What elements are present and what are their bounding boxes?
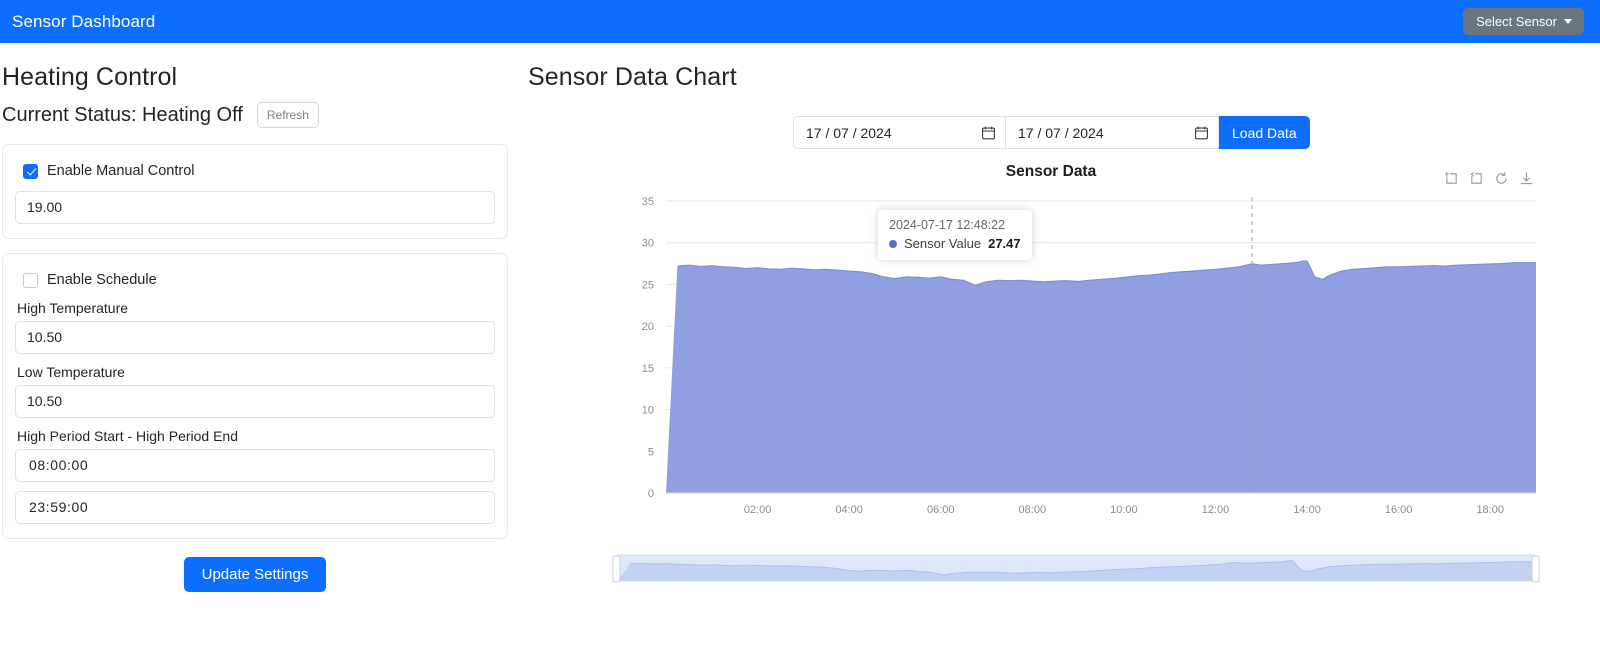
update-settings-button[interactable]: Update Settings — [184, 557, 327, 592]
calendar-icon[interactable] — [1195, 126, 1208, 140]
enable-manual-control-label: Enable Manual Control — [47, 163, 195, 179]
calendar-icon[interactable] — [982, 126, 995, 140]
x-axis-tick: 12:00 — [1202, 504, 1230, 516]
enable-schedule-checkbox[interactable] — [23, 273, 38, 288]
current-status-text: Current Status: Heating Off — [2, 104, 243, 127]
app-brand: Sensor Dashboard — [12, 12, 155, 32]
manual-temperature-input[interactable]: 19.00 — [15, 191, 495, 224]
tooltip-series-row: Sensor Value 27.47 — [889, 236, 1021, 251]
enable-manual-control-checkbox[interactable] — [23, 164, 38, 179]
tooltip-series-value: 27.47 — [988, 236, 1021, 251]
tooltip-series-label: Sensor Value — [904, 236, 981, 251]
y-axis-tick: 0 — [648, 488, 654, 500]
x-axis-tick: 06:00 — [927, 504, 955, 516]
y-axis-tick: 25 — [642, 279, 654, 291]
sensor-data-chart[interactable]: Sensor Data — [606, 163, 1546, 583]
x-axis-tick: 18:00 — [1476, 504, 1504, 516]
page-body: Heating Control Current Status: Heating … — [0, 43, 1600, 592]
x-axis-tick: 10:00 — [1110, 504, 1138, 516]
x-axis-tick: 02:00 — [744, 504, 772, 516]
enable-schedule-row[interactable]: Enable Schedule — [23, 272, 495, 288]
tooltip-timestamp: 2024-07-17 12:48:22 — [889, 218, 1021, 232]
low-temperature-input[interactable]: 10.50 — [15, 385, 495, 418]
heating-control-title: Heating Control — [2, 63, 508, 92]
status-row: Current Status: Heating Off Refresh — [2, 102, 508, 128]
y-axis-tick: 20 — [642, 321, 654, 333]
x-axis-tick: 08:00 — [1019, 504, 1047, 516]
chart-area-fill — [666, 261, 1536, 493]
low-temperature-label: Low Temperature — [17, 364, 495, 380]
y-axis-tick: 35 — [642, 196, 654, 208]
update-settings-wrap: Update Settings — [2, 557, 508, 592]
datazoom-handle-left[interactable] — [613, 556, 620, 582]
chart-datazoom-slider[interactable] — [606, 553, 1546, 583]
select-sensor-dropdown[interactable]: Select Sensor — [1463, 8, 1584, 35]
enable-manual-control-row[interactable]: Enable Manual Control — [23, 163, 495, 179]
y-axis-tick: 10 — [642, 405, 654, 417]
sensor-data-chart-title: Sensor Data Chart — [528, 63, 1600, 92]
caret-down-icon — [1564, 19, 1572, 24]
select-sensor-label: Select Sensor — [1476, 15, 1557, 28]
manual-control-card: Enable Manual Control 19.00 — [2, 144, 508, 239]
chart-plot-area[interactable]: 0 5 10 15 20 25 30 35 02:00 04:00 06:00 08:00 10:00 1… — [606, 183, 1546, 543]
sensor-chart-column: Sensor Data Chart 17 / 07 / 2024 17 / 07… — [520, 43, 1600, 592]
x-axis-tick: 14:00 — [1293, 504, 1321, 516]
y-axis-tick: 15 — [642, 363, 654, 375]
y-axis-tick: 5 — [648, 446, 654, 458]
top-navbar: Sensor Dashboard Select Sensor — [0, 0, 1600, 43]
datazoom-handle-right[interactable] — [1532, 556, 1539, 582]
high-temperature-label: High Temperature — [17, 300, 495, 316]
load-data-button[interactable]: Load Data — [1219, 116, 1310, 149]
schedule-card: Enable Schedule High Temperature 10.50 L… — [2, 253, 508, 539]
y-axis-tick: 30 — [642, 238, 654, 250]
high-period-end-input[interactable]: 23:59:00 — [15, 491, 495, 524]
start-date-input[interactable]: 17 / 07 / 2024 — [793, 116, 1006, 149]
date-range-toolbar: 17 / 07 / 2024 17 / 07 / 2024 Load Data — [793, 116, 1600, 149]
start-date-value: 17 / 07 / 2024 — [806, 125, 892, 141]
chart-title: Sensor Data — [556, 163, 1546, 181]
end-date-input[interactable]: 17 / 07 / 2024 — [1006, 116, 1219, 149]
x-axis-tick: 04:00 — [835, 504, 863, 516]
high-temperature-input[interactable]: 10.50 — [15, 321, 495, 354]
end-date-value: 17 / 07 / 2024 — [1018, 125, 1104, 141]
high-period-start-input[interactable]: 08:00:00 — [15, 449, 495, 482]
enable-schedule-label: Enable Schedule — [47, 272, 157, 288]
x-axis-tick: 16:00 — [1385, 504, 1413, 516]
refresh-button[interactable]: Refresh — [257, 102, 319, 128]
chart-tooltip: 2024-07-17 12:48:22 Sensor Value 27.47 — [878, 210, 1032, 260]
series-marker-icon — [889, 240, 897, 248]
heating-control-column: Heating Control Current Status: Heating … — [0, 43, 520, 592]
high-period-label: High Period Start - High Period End — [17, 428, 495, 444]
